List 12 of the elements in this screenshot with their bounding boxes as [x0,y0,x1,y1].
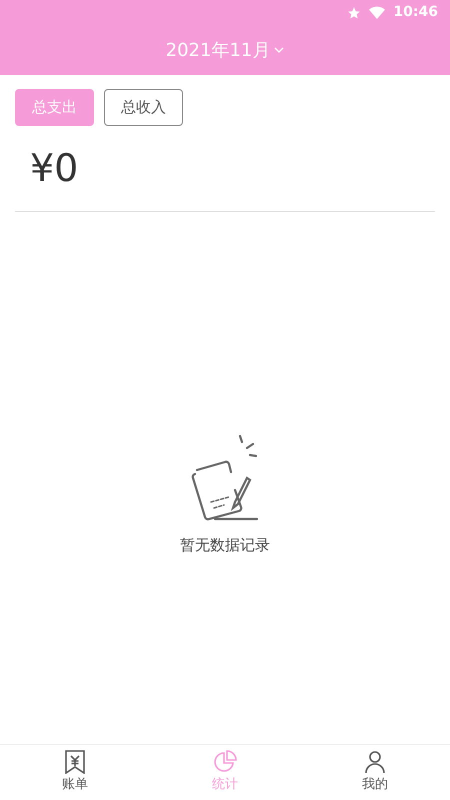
chevron-down-icon [274,47,284,53]
empty-message: 暂无数据记录 [180,534,270,556]
person-icon [364,750,386,774]
status-time: 10:46 [393,3,438,22]
total-amount: ¥0 [30,146,78,190]
receipt-icon [64,750,86,774]
tab-bar-item[interactable]: 我的 [300,745,450,800]
pie-chart-icon [213,750,237,774]
tab-bar-item[interactable]: 账单 [0,745,150,800]
type-tab[interactable]: 总收入 [104,89,183,126]
star-icon [347,6,362,20]
wifi-icon [369,6,386,20]
